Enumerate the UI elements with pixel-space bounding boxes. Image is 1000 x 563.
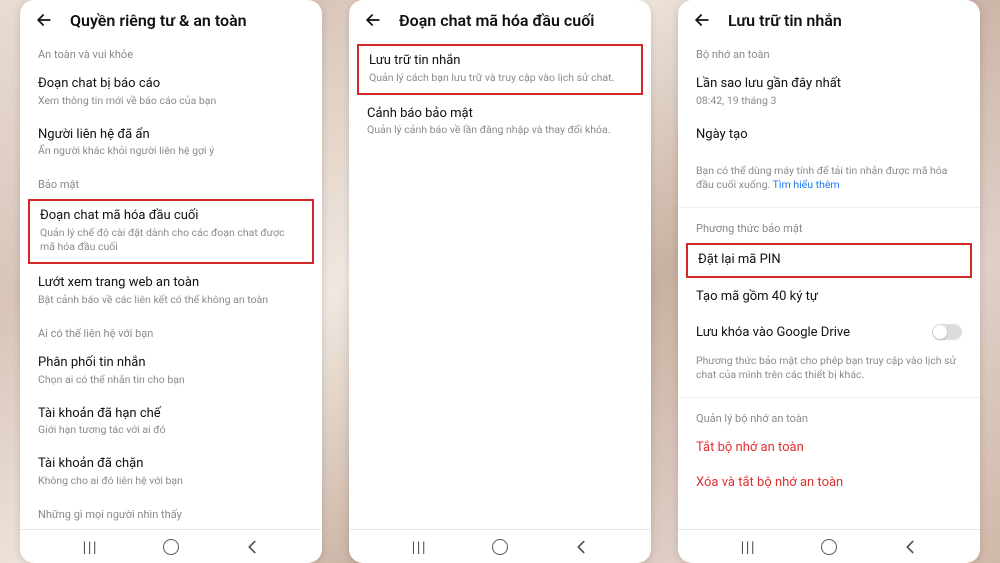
nav-recent-icon[interactable]: ||| [79,536,101,558]
item-blocked-accounts[interactable]: Tài khoản đã chặn Không cho ai đó liên h… [20,447,322,498]
section-visible: Những gì mọi người nhìn thấy [20,498,322,527]
note-text: Phương thức bảo mật cho phép bạn truy cậ… [696,354,962,382]
item-hidden-contacts[interactable]: Người liên hệ đã ẩn Ẩn người khác khỏi n… [20,118,322,169]
page-title: Quyền riêng tư & an toàn [70,11,247,30]
note-method: Phương thức bảo mật cho phép bạn truy cậ… [678,351,980,392]
page-title: Đoạn chat mã hóa đầu cuối [399,11,594,30]
scroll-2[interactable]: Lưu trữ tin nhắn Quản lý cách bạn lưu tr… [349,38,651,529]
screen-3-message-storage: Lưu trữ tin nhắn Bộ nhớ an toàn Lần sao … [678,0,980,563]
android-navbar: ||| [20,529,322,563]
item-title: Tài khoản đã chặn [38,455,304,473]
item-save-key-google-drive[interactable]: Lưu khóa vào Google Drive [678,316,980,352]
item-sub: Giới hạn tương tác với ai đó [38,423,304,437]
item-e2e-chats[interactable]: Đoạn chat mã hóa đầu cuối Quản lý chế độ… [28,199,314,264]
item-message-delivery[interactable]: Phân phối tin nhắn Chọn ai có thể nhắn t… [20,346,322,397]
item-read-receipts[interactable]: Thông báo đã đọc Cho mọi người biết bạn … [20,527,322,529]
nav-back-icon[interactable] [570,536,592,558]
item-title: Đoạn chat mã hóa đầu cuối [40,207,302,225]
screen-1-privacy-safety: Quyền riêng tư & an toàn An toàn và vui … [20,0,322,563]
item-safe-browsing[interactable]: Lướt xem trang web an toàn Bật cảnh báo … [20,266,322,317]
nav-home-icon[interactable] [160,536,182,558]
item-sub: Quản lý chế độ cài đặt dành cho các đoạn… [40,226,302,254]
divider [678,207,980,208]
item-sub: Ẩn người khác khỏi người liên hệ gợi ý [38,144,304,158]
nav-back-icon[interactable] [899,536,921,558]
learn-more-link[interactable]: Tìm hiểu thêm [773,178,840,191]
nav-recent-icon[interactable]: ||| [408,536,430,558]
item-sub: Quản lý cách bạn lưu trữ và truy cập vào… [369,71,631,85]
scroll-3[interactable]: Bộ nhớ an toàn Lần sao lưu gần đây nhất … [678,38,980,529]
nav-back-icon[interactable] [241,536,263,558]
back-icon[interactable] [34,10,54,30]
section-safe: An toàn và vui khỏe [20,38,322,67]
item-turn-off-storage[interactable]: Tắt bộ nhớ an toàn [678,431,980,467]
item-title: Phân phối tin nhắn [38,354,304,372]
item-reported-chats[interactable]: Đoạn chat bị báo cáo Xem thông tin mới v… [20,67,322,118]
item-title: Tài khoản đã hạn chế [38,405,304,423]
item-sub: Chọn ai có thể nhắn tin cho bạn [38,373,304,387]
item-title: Lưu khóa vào Google Drive [696,324,850,342]
item-title: Lần sao lưu gần đây nhất [696,75,962,93]
screen-2-e2e-chats: Đoạn chat mã hóa đầu cuối Lưu trữ tin nh… [349,0,651,563]
section-who-contacts: Ai có thể liên hệ với bạn [20,317,322,346]
section-manage-storage: Quản lý bộ nhớ an toàn [678,402,980,431]
item-sub: Không cho ai đó liên hệ với bạn [38,474,304,488]
item-title: Tắt bộ nhớ an toàn [696,439,962,457]
android-navbar: ||| [349,529,651,563]
item-security-alerts[interactable]: Cảnh báo bảo mật Quản lý cảnh báo về lần… [349,97,651,148]
page-title: Lưu trữ tin nhắn [728,11,842,30]
item-sub: Quản lý cảnh báo về lần đăng nhập và tha… [367,123,633,137]
android-navbar: ||| [678,529,980,563]
item-title: Lưu trữ tin nhắn [369,52,631,70]
back-icon[interactable] [692,10,712,30]
item-reset-pin[interactable]: Đặt lại mã PIN [686,243,972,279]
item-created-date[interactable]: Ngày tạo [678,118,980,154]
note-text: Bạn có thể dùng máy tính để tải tin nhắn… [696,164,962,192]
header-1: Quyền riêng tư & an toàn [20,0,322,38]
header-2: Đoạn chat mã hóa đầu cuối [349,0,651,38]
item-title: Ngày tạo [696,126,962,144]
item-title: Lướt xem trang web an toàn [38,274,304,292]
header-3: Lưu trữ tin nhắn [678,0,980,38]
item-title: Tạo mã gồm 40 ký tự [696,288,962,306]
item-sub: Xem thông tin mới về báo cáo của bạn [38,94,304,108]
section-security: Bảo mật [20,168,322,197]
item-title: Đoạn chat bị báo cáo [38,75,304,93]
item-sub: Bật cảnh báo về các liên kết có thể khôn… [38,293,304,307]
item-delete-storage[interactable]: Xóa và tắt bộ nhớ an toàn [678,466,980,502]
scroll-1[interactable]: An toàn và vui khỏe Đoạn chat bị báo cáo… [20,38,322,529]
section-security-method: Phương thức bảo mật [678,212,980,241]
item-title: Cảnh báo bảo mật [367,105,633,123]
nav-home-icon[interactable] [818,536,840,558]
nav-recent-icon[interactable]: ||| [737,536,759,558]
item-title: Đặt lại mã PIN [698,251,960,269]
nav-home-icon[interactable] [489,536,511,558]
item-last-backup[interactable]: Lần sao lưu gần đây nhất 08:42, 19 tháng… [678,67,980,118]
back-icon[interactable] [363,10,383,30]
item-title: Người liên hệ đã ẩn [38,126,304,144]
item-title: Xóa và tắt bộ nhớ an toàn [696,474,962,492]
section-secure-storage: Bộ nhớ an toàn [678,38,980,67]
item-sub: 08:42, 19 tháng 3 [696,94,962,108]
item-generate-40-code[interactable]: Tạo mã gồm 40 ký tự [678,280,980,316]
toggle-switch[interactable] [932,324,962,340]
note-computer-download: Bạn có thể dùng máy tính để tải tin nhắn… [678,153,980,202]
divider [678,397,980,398]
item-message-storage[interactable]: Lưu trữ tin nhắn Quản lý cách bạn lưu tr… [357,44,643,95]
item-restricted-accounts[interactable]: Tài khoản đã hạn chế Giới hạn tương tác … [20,397,322,448]
